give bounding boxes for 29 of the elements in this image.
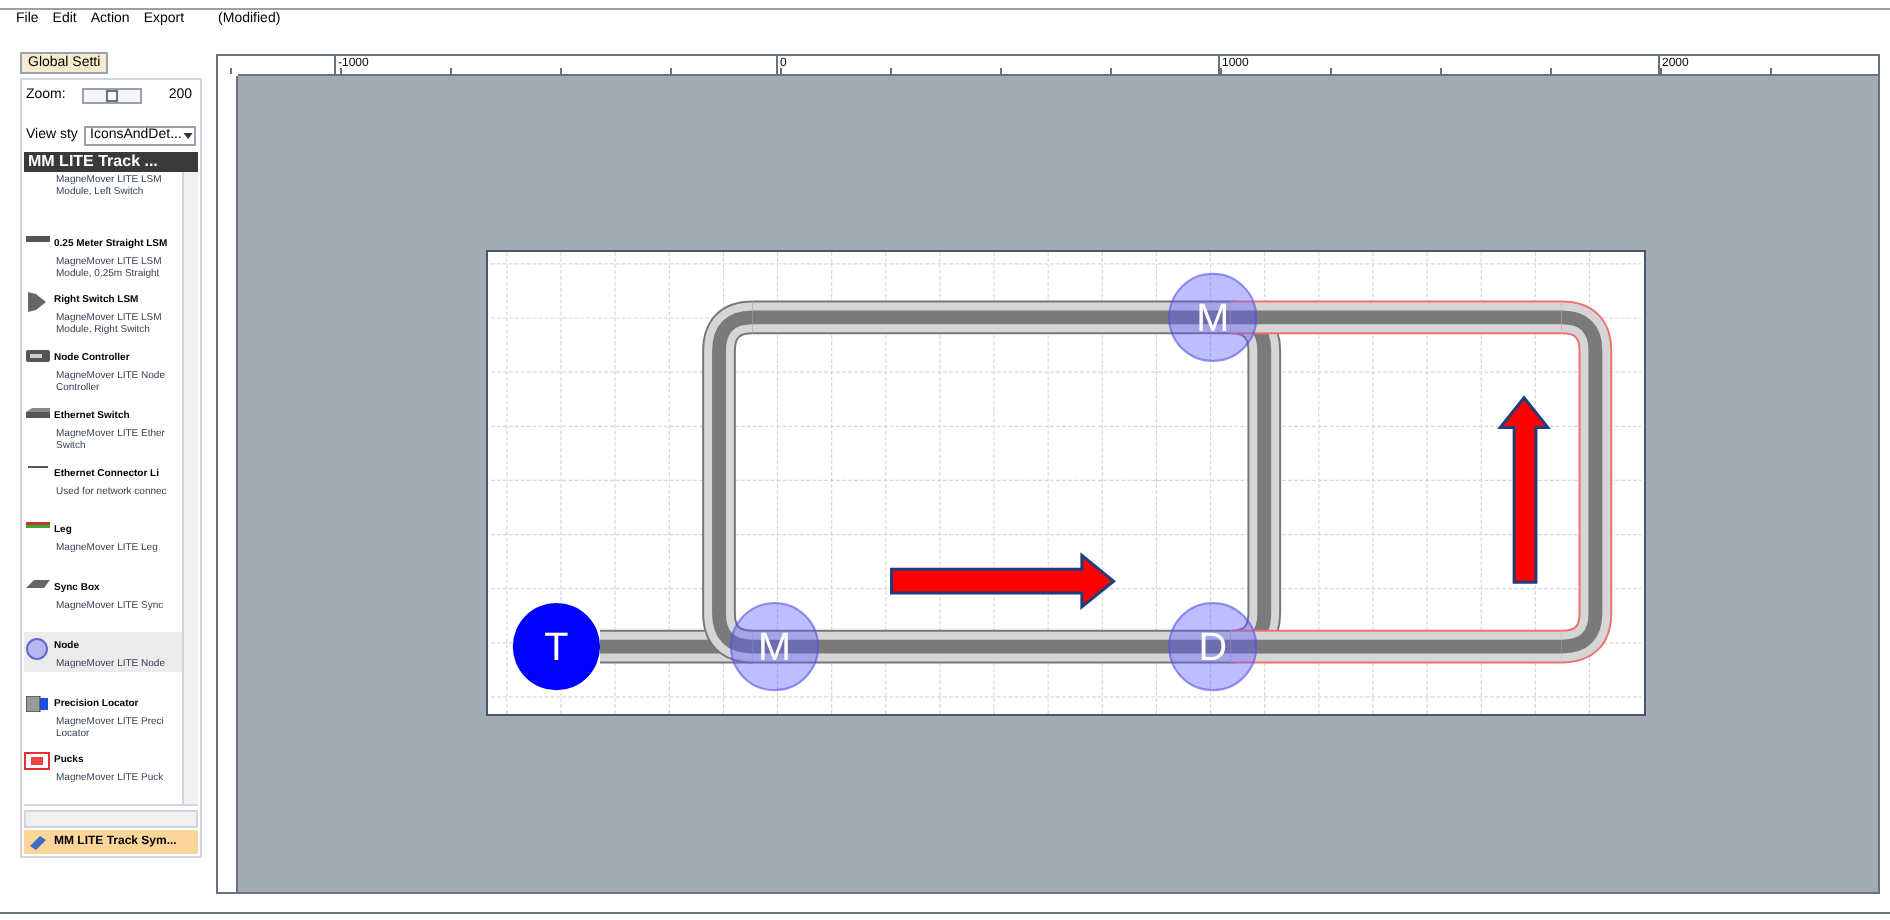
track-segment[interactable] [1560,300,1613,664]
node-label: D [1198,626,1228,671]
zoom-slider[interactable] [81,88,142,104]
palette-title: MM LITE Track ... [28,152,158,172]
track-segment[interactable] [600,629,1231,664]
locator-icon [26,695,48,712]
box-icon [25,580,49,589]
track-segment[interactable] [1230,300,1562,335]
track-segment[interactable] [702,300,754,664]
switch-icon [28,292,46,313]
track-segment[interactable] [1230,629,1562,664]
node-marker[interactable]: M [729,601,820,692]
network-switch-icon [25,407,49,418]
node-marker[interactable]: T [512,602,601,691]
caret-icon [181,128,194,144]
line-icon [27,465,47,468]
puck-icon [24,752,50,771]
horizontal-scrollbar[interactable] [24,810,198,828]
node-label: M [758,626,792,671]
leg-icon [25,522,49,529]
node-label: T [544,626,569,671]
node-icon [26,637,48,660]
direction-arrow[interactable] [1497,395,1551,584]
track-segment[interactable] [752,300,1231,335]
node-label: M [1196,297,1230,342]
track-segment-icon [25,235,49,242]
direction-arrow[interactable] [890,552,1116,611]
controller-icon [25,350,49,363]
vertical-scrollbar[interactable] [182,172,198,804]
